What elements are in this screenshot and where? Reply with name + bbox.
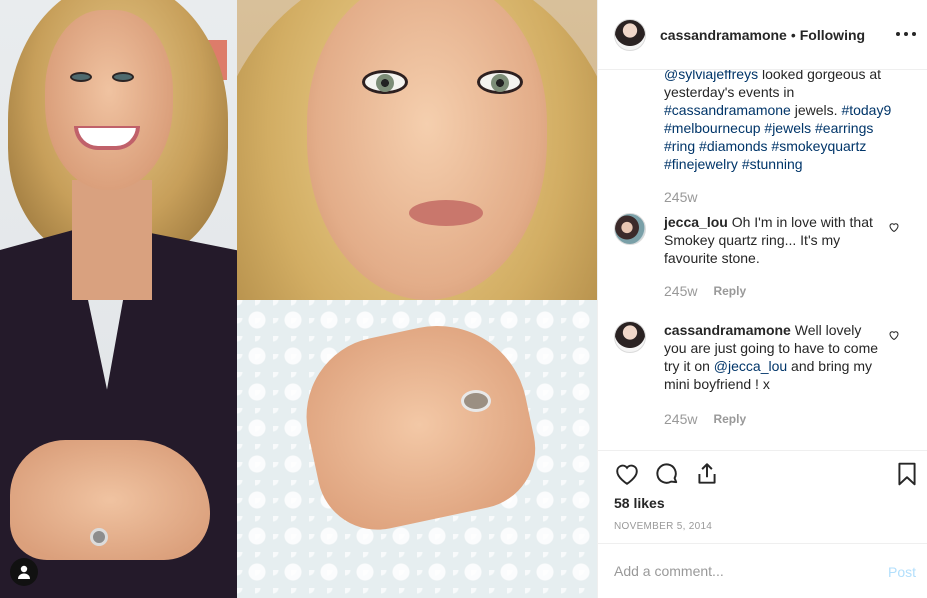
- avatar[interactable]: [614, 18, 646, 51]
- hashtag-link[interactable]: #stunning: [742, 156, 803, 172]
- comment-timestamp[interactable]: 245w: [664, 411, 697, 427]
- comment-text: jecca_lou Oh I'm in love with that Smoke…: [664, 213, 886, 267]
- hashtag-link[interactable]: #today9: [841, 102, 891, 118]
- lips: [409, 200, 483, 226]
- eye: [70, 72, 92, 82]
- likes-count[interactable]: 58 likes: [614, 495, 665, 511]
- comment-icon[interactable]: [654, 461, 680, 487]
- action-icons: [614, 461, 916, 487]
- hashtag-link[interactable]: @sylviajeffreys: [664, 70, 758, 82]
- comment-meta: 245w Reply: [664, 283, 746, 299]
- ring: [461, 390, 491, 412]
- hands: [10, 440, 210, 560]
- post-header: cassandramamone • Following: [598, 0, 927, 70]
- photo-left-half: [0, 0, 237, 598]
- comment-timestamp[interactable]: 245w: [664, 283, 697, 299]
- post-caption: @sylviajeffreys looked gorgeous at yeste…: [664, 70, 904, 173]
- face: [45, 10, 173, 190]
- hashtag-link[interactable]: #diamonds: [699, 138, 768, 154]
- comment-meta: 245w Reply: [664, 411, 746, 427]
- post-image[interactable]: [0, 0, 597, 598]
- hashtag-link[interactable]: #ring: [664, 138, 695, 154]
- caption-text: jewels.: [790, 102, 842, 118]
- comment-text: cassandramamone Well lovely you are just…: [664, 321, 886, 393]
- following-button[interactable]: Following: [800, 27, 865, 43]
- comment-item: jecca_lou Oh I'm in love with that Smoke…: [614, 213, 914, 299]
- action-bar: 58 likes NOVEMBER 5, 2014: [598, 450, 927, 542]
- avatar[interactable]: [614, 321, 646, 353]
- reply-button[interactable]: Reply: [713, 412, 746, 426]
- bookmark-icon[interactable]: [894, 461, 920, 487]
- avatar[interactable]: [614, 213, 646, 245]
- photo-right-half: [237, 0, 597, 598]
- eye: [362, 70, 408, 94]
- post-date[interactable]: NOVEMBER 5, 2014: [614, 521, 712, 532]
- ring: [90, 528, 108, 546]
- reply-button[interactable]: Reply: [713, 284, 746, 298]
- hashtag-link[interactable]: @jecca_lou: [714, 358, 787, 374]
- neck: [72, 180, 152, 300]
- eye: [112, 72, 134, 82]
- share-icon[interactable]: [694, 461, 720, 487]
- add-comment-bar: Post: [598, 543, 927, 598]
- hashtag-link[interactable]: #smokeyquartz: [771, 138, 866, 154]
- hashtag-link[interactable]: #melbournecup: [664, 120, 761, 136]
- more-options-icon[interactable]: [896, 24, 916, 44]
- comment-input[interactable]: [614, 563, 874, 579]
- hashtag-link[interactable]: #jewels: [764, 120, 811, 136]
- caption-timestamp[interactable]: 245w: [664, 189, 697, 205]
- eye: [477, 70, 523, 94]
- comment-username[interactable]: jecca_lou: [664, 214, 728, 230]
- hashtag-link[interactable]: #cassandramamone: [664, 102, 791, 118]
- hashtag-link[interactable]: #earrings: [815, 120, 873, 136]
- comments-list[interactable]: @sylviajeffreys looked gorgeous at yeste…: [598, 70, 927, 450]
- heart-icon[interactable]: [888, 329, 900, 341]
- comment-username[interactable]: cassandramamone: [664, 322, 791, 338]
- post-button[interactable]: Post: [888, 564, 916, 580]
- user-tag-icon[interactable]: [10, 558, 38, 586]
- heart-icon[interactable]: [614, 461, 640, 487]
- heart-icon[interactable]: [888, 221, 900, 233]
- hashtag-link[interactable]: #finejewelry: [664, 156, 738, 172]
- username-link[interactable]: cassandramamone: [660, 27, 787, 43]
- post-sidebar: cassandramamone • Following @sylviajeffr…: [597, 0, 927, 598]
- separator-dot: •: [790, 26, 796, 43]
- comment-item: cassandramamone Well lovely you are just…: [614, 321, 914, 431]
